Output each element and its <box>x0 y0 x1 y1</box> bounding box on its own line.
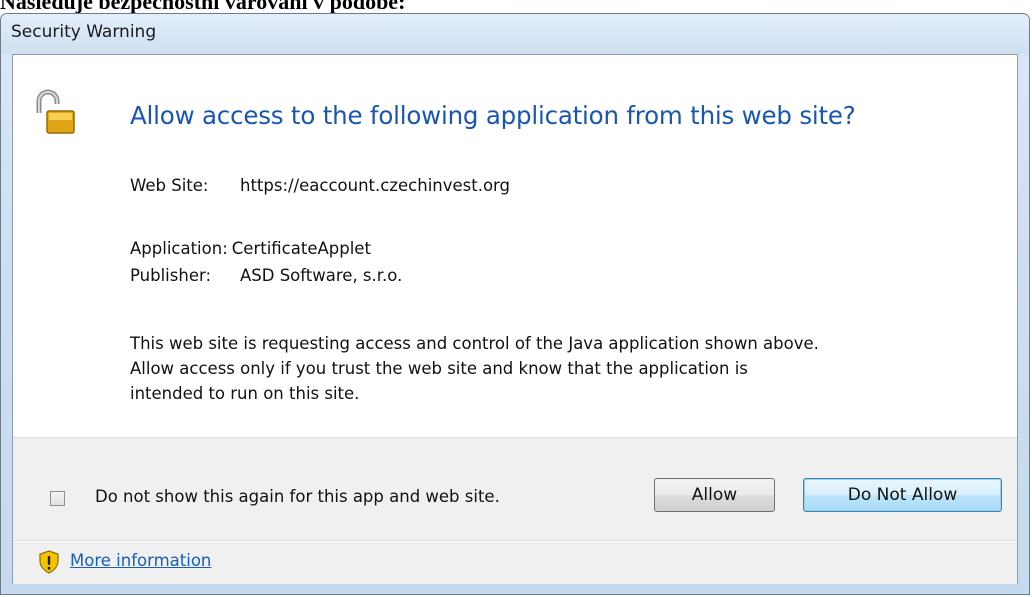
do-not-allow-button[interactable]: Do Not Allow <box>803 478 1002 512</box>
description-line: intended to run on this site. <box>130 384 360 403</box>
document-heading: Následuje bezpečnostní varování v podobě… <box>0 0 406 14</box>
publisher-label: Publisher: <box>130 266 212 285</box>
allow-button[interactable]: Allow <box>654 478 775 512</box>
dialog-client-area: Allow access to the following applicatio… <box>12 54 1018 584</box>
application-label: Application: <box>130 239 228 258</box>
publisher-value: ASD Software, s.r.o. <box>240 266 403 285</box>
dont-show-again-checkbox[interactable] <box>50 491 65 506</box>
shield-warning-icon <box>39 550 59 574</box>
dont-show-again-label[interactable]: Do not show this again for this app and … <box>95 487 500 506</box>
description-line: This web site is requesting access and c… <box>130 334 819 353</box>
web-site-value: https://eaccount.czechinvest.org <box>240 176 511 195</box>
description-line: Allow access only if you trust the web s… <box>130 359 748 378</box>
dialog-content: Allow access to the following applicatio… <box>13 55 1017 437</box>
application-value: CertificateApplet <box>231 239 371 258</box>
publisher-row: Publisher: ASD Software, s.r.o. <box>130 266 402 285</box>
security-warning-dialog: Security Warning Allow access to the fol… <box>0 13 1030 595</box>
dialog-footer: Do not show this again for this app and … <box>13 437 1017 584</box>
security-description: This web site is requesting access and c… <box>130 331 1010 406</box>
padlock-open-icon <box>36 89 75 134</box>
application-row: Application: CertificateApplet <box>130 239 371 258</box>
dialog-headline: Allow access to the following applicatio… <box>130 101 856 130</box>
web-site-row: Web Site: https://eaccount.czechinvest.or… <box>130 176 510 195</box>
title-bar[interactable]: Security Warning <box>1 14 1029 54</box>
web-site-label: Web Site: <box>130 176 209 195</box>
window-title: Security Warning <box>11 22 157 42</box>
more-information-link[interactable]: More information <box>70 551 211 570</box>
footer-divider-highlight <box>13 541 1017 542</box>
